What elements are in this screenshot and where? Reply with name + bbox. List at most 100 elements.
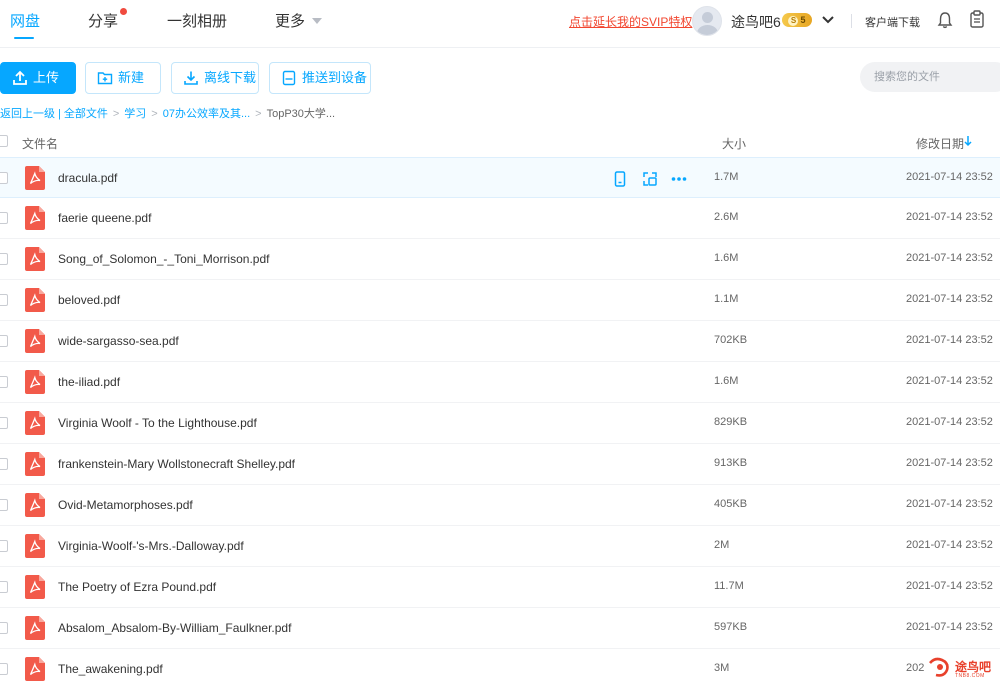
sort-down-icon[interactable] bbox=[963, 135, 973, 147]
file-size: 1.6M bbox=[714, 375, 739, 387]
breadcrumb-separator: > bbox=[255, 108, 262, 120]
pdf-file-icon bbox=[25, 411, 45, 435]
file-modified-date: 2021-07-14 23:52 bbox=[906, 211, 993, 223]
avatar[interactable] bbox=[692, 6, 722, 36]
file-size: 11.7M bbox=[714, 580, 744, 592]
header-size[interactable]: 大小 bbox=[722, 135, 746, 152]
row-checkbox[interactable] bbox=[0, 540, 8, 552]
file-size: 702KB bbox=[714, 334, 748, 346]
breadcrumb-item-current: TopP30大学... bbox=[266, 108, 336, 120]
row-checkbox[interactable] bbox=[0, 499, 8, 511]
file-name[interactable]: beloved.pdf bbox=[58, 293, 120, 307]
username[interactable]: 途鸟吧6 bbox=[731, 12, 781, 32]
row-checkbox[interactable] bbox=[0, 172, 8, 184]
file-name[interactable]: Ovid-Metamorphoses.pdf bbox=[58, 498, 193, 512]
search-input[interactable] bbox=[860, 62, 1000, 92]
file-size: 1.6M bbox=[714, 252, 739, 264]
tab-share[interactable]: 分享 bbox=[88, 10, 118, 31]
file-name[interactable]: Virginia-Woolf-'s-Mrs.-Dalloway.pdf bbox=[58, 539, 244, 553]
header-modified[interactable]: 修改日期 bbox=[916, 135, 964, 152]
pdf-file-icon bbox=[25, 452, 45, 476]
row-checkbox[interactable] bbox=[0, 212, 8, 224]
breadcrumb-item-office[interactable]: 07办公效率及其... bbox=[163, 105, 250, 121]
phone-push-icon[interactable] bbox=[612, 171, 628, 187]
svip-renew-link[interactable]: 点击延长我的SVIP特权 bbox=[569, 13, 692, 30]
breadcrumb-divider: | bbox=[58, 108, 61, 120]
pdf-file-icon bbox=[25, 166, 45, 190]
file-name[interactable]: Virginia Woolf - To the Lighthouse.pdf bbox=[58, 416, 257, 430]
new-folder-button[interactable]: 新建 bbox=[85, 62, 161, 94]
bell-icon[interactable] bbox=[937, 11, 953, 29]
table-row[interactable]: The Poetry of Ezra Pound.pdf 11.7M 2021-07… bbox=[0, 567, 1000, 608]
header-file-name[interactable]: 文件名 bbox=[22, 135, 58, 152]
file-modified-date: 2021-07-14 23:52 bbox=[906, 580, 993, 592]
file-name[interactable]: faerie queene.pdf bbox=[58, 211, 151, 225]
file-size: 405KB bbox=[714, 498, 748, 510]
push-to-device-button[interactable]: 推送到设备 bbox=[269, 62, 371, 94]
file-modified-date: 202 bbox=[906, 662, 925, 674]
pdf-file-icon bbox=[25, 575, 45, 599]
table-row[interactable]: Virginia-Woolf-'s-Mrs.-Dalloway.pdf 2M 202… bbox=[0, 526, 1000, 567]
file-name[interactable]: frankenstein-Mary Wollstonecraft Shelley… bbox=[58, 457, 295, 471]
table-row[interactable]: wide-sargasso-sea.pdf 702KB 2021-07-14 23:… bbox=[0, 321, 1000, 362]
pdf-file-icon bbox=[25, 329, 45, 353]
tab-album[interactable]: 一刻相册 bbox=[167, 10, 227, 31]
breadcrumb-back-link[interactable]: 返回上一级 bbox=[0, 105, 55, 121]
file-list-header: 文件名 大小 修改日期 bbox=[0, 126, 1000, 156]
pdf-file-icon bbox=[25, 288, 45, 312]
row-checkbox[interactable] bbox=[0, 335, 8, 347]
table-row[interactable]: the-iliad.pdf 1.6M 2021-07-14 23:52 bbox=[0, 362, 1000, 403]
file-name[interactable]: Song_of_Solomon_-_Toni_Morrison.pdf bbox=[58, 252, 269, 266]
file-name[interactable]: wide-sargasso-sea.pdf bbox=[58, 334, 179, 348]
file-name[interactable]: the-iliad.pdf bbox=[58, 375, 120, 389]
row-checkbox[interactable] bbox=[0, 458, 8, 470]
table-row[interactable]: Absalom_Absalom-By-William_Faulkner.pdf 5… bbox=[0, 608, 1000, 649]
share-link-icon[interactable] bbox=[642, 171, 658, 187]
svip-level: 5 bbox=[800, 15, 806, 25]
tab-netdisk[interactable]: 网盘 bbox=[10, 10, 40, 31]
table-row[interactable]: The_awakening.pdf 3M 202 bbox=[0, 649, 1000, 682]
file-name[interactable]: The_awakening.pdf bbox=[58, 662, 163, 676]
client-download-link[interactable]: 客户端下载 bbox=[865, 14, 920, 30]
file-modified-date: 2021-07-14 23:52 bbox=[906, 621, 993, 633]
table-row[interactable]: Song_of_Solomon_-_Toni_Morrison.pdf 1.6M 2… bbox=[0, 239, 1000, 280]
clipboard-icon[interactable] bbox=[969, 10, 985, 28]
table-row[interactable]: beloved.pdf 1.1M 2021-07-14 23:52 bbox=[0, 280, 1000, 321]
file-size: 913KB bbox=[714, 457, 748, 469]
row-checkbox[interactable] bbox=[0, 663, 8, 675]
file-name[interactable]: Absalom_Absalom-By-William_Faulkner.pdf bbox=[58, 621, 291, 635]
top-nav: 网盘 分享 一刻相册 更多 点击延长我的SVIP特权 途鸟吧6 S5 客户端下载 bbox=[0, 0, 1000, 48]
pdf-file-icon bbox=[25, 370, 45, 394]
pdf-file-icon bbox=[25, 534, 45, 558]
push-to-device-label: 推送到设备 bbox=[302, 70, 368, 85]
table-row[interactable]: frankenstein-Mary Wollstonecraft Shelley… bbox=[0, 444, 1000, 485]
file-modified-date: 2021-07-14 23:52 bbox=[906, 457, 993, 469]
table-row[interactable]: Virginia Woolf - To the Lighthouse.pdf 82… bbox=[0, 403, 1000, 444]
upload-button[interactable]: 上传 bbox=[0, 62, 76, 94]
upload-label: 上传 bbox=[33, 70, 60, 85]
file-name[interactable]: dracula.pdf bbox=[58, 171, 117, 185]
row-checkbox[interactable] bbox=[0, 622, 8, 634]
offline-download-button[interactable]: 离线下载 bbox=[171, 62, 259, 94]
row-checkbox[interactable] bbox=[0, 294, 8, 306]
table-row[interactable]: faerie queene.pdf 2.6M 2021-07-14 23:52 bbox=[0, 198, 1000, 239]
file-name[interactable]: The Poetry of Ezra Pound.pdf bbox=[58, 580, 216, 594]
file-size: 2.6M bbox=[714, 211, 739, 223]
row-checkbox[interactable] bbox=[0, 417, 8, 429]
select-all-checkbox[interactable] bbox=[0, 135, 8, 147]
chevron-down-icon[interactable] bbox=[821, 12, 835, 26]
tab-more[interactable]: 更多 bbox=[275, 10, 305, 31]
row-checkbox[interactable] bbox=[0, 581, 8, 593]
more-options-icon[interactable] bbox=[671, 171, 687, 187]
breadcrumb-item-all-files[interactable]: 全部文件 bbox=[64, 105, 108, 121]
table-row[interactable]: dracula.pdf 1.7M 2021-07-14 23:52 bbox=[0, 157, 1000, 198]
row-checkbox[interactable] bbox=[0, 253, 8, 265]
svip-coin-icon: S bbox=[788, 16, 799, 26]
file-size: 3M bbox=[714, 662, 730, 674]
breadcrumb: 返回上一级 | 全部文件 > 学习 >07办公效率及其... > TopP30大学... bbox=[0, 105, 335, 121]
row-checkbox[interactable] bbox=[0, 376, 8, 388]
file-list: dracula.pdf 1.7M 2021-07-14 23:52 faerie qu… bbox=[0, 157, 1000, 682]
breadcrumb-item-study[interactable]: 学习 bbox=[124, 105, 146, 121]
table-row[interactable]: Ovid-Metamorphoses.pdf 405KB 2021-07-14 23… bbox=[0, 485, 1000, 526]
new-label: 新建 bbox=[118, 70, 145, 85]
